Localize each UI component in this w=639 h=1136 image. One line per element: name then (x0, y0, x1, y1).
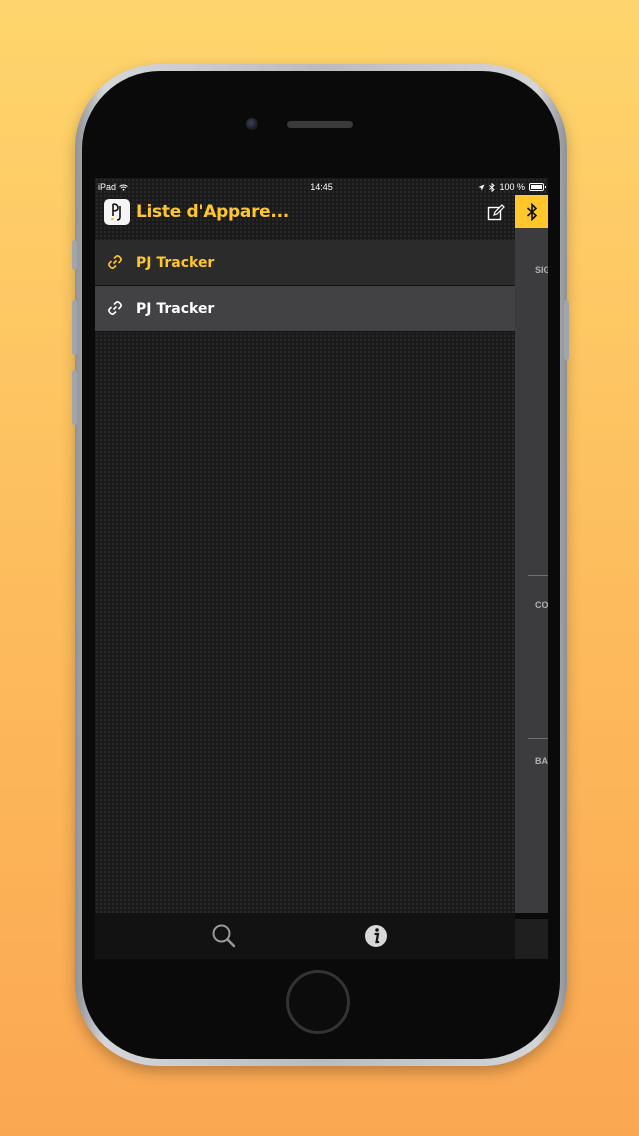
panel-label-signal: SIG (535, 265, 548, 275)
tab-bar (95, 913, 515, 959)
location-icon (478, 184, 485, 190)
status-bar: iPad 14:45 100 % (95, 178, 548, 195)
mute-switch (72, 240, 77, 270)
app-screen: iPad 14:45 100 % Liste d'Appare... PJ Tr… (95, 178, 548, 913)
home-button[interactable] (286, 970, 350, 1034)
panel-divider (528, 575, 548, 576)
pj-logo-icon (104, 199, 130, 225)
battery-icon (529, 183, 546, 191)
link-icon (108, 301, 122, 315)
panel-label-connection: CO (535, 600, 548, 610)
side-panel[interactable]: SIG CO BA (515, 195, 548, 913)
navigation-bar: Liste d'Appare... (95, 195, 515, 239)
front-camera (246, 118, 258, 130)
search-icon[interactable] (209, 921, 239, 951)
panel-divider (528, 738, 548, 739)
page-title: Liste d'Appare... (136, 202, 289, 222)
panel-label-battery: BA (535, 756, 548, 766)
bluetooth-icon (526, 202, 537, 221)
info-icon[interactable] (361, 921, 391, 951)
device-name: PJ Tracker (136, 254, 215, 271)
status-bluetooth-icon (489, 182, 496, 192)
link-icon (108, 255, 122, 269)
volume-up-button (72, 300, 77, 355)
earpiece-speaker (287, 121, 353, 128)
bluetooth-tab[interactable] (515, 195, 548, 228)
edit-icon[interactable] (487, 204, 505, 222)
side-panel-bottom (515, 919, 548, 959)
device-list: PJ Tracker PJ Tracker (95, 240, 515, 332)
power-button (564, 300, 569, 360)
device-row-1[interactable]: PJ Tracker (95, 240, 515, 286)
status-right: 100 % (478, 182, 546, 192)
device-name: PJ Tracker (136, 300, 215, 317)
volume-down-button (72, 370, 77, 425)
battery-text: 100 % (499, 182, 525, 192)
device-row-2[interactable]: PJ Tracker (95, 286, 515, 332)
